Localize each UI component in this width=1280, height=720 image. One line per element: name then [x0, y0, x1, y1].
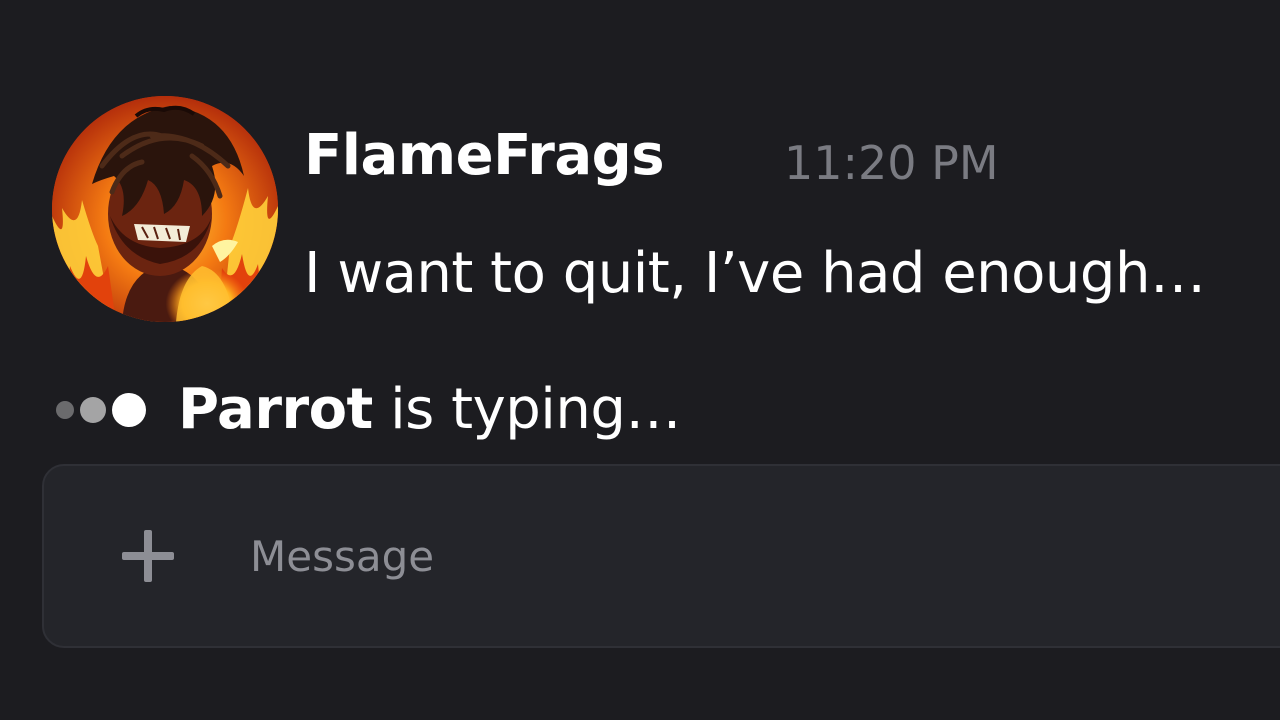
message-text: I want to quit, I’ve had enough…: [304, 241, 1206, 306]
chat-message: FlameFrags 11:20 PM I want to quit, I’ve…: [52, 96, 1280, 326]
message-composer: [42, 464, 1280, 648]
add-attachment-button[interactable]: [116, 524, 180, 588]
typing-dot: [56, 401, 74, 419]
typing-text: Parrot is typing…: [178, 378, 681, 442]
typing-dot: [80, 397, 106, 423]
message-username[interactable]: FlameFrags: [304, 128, 665, 184]
chat-view: FlameFrags 11:20 PM I want to quit, I’ve…: [0, 0, 1280, 720]
typing-dots-icon: [54, 392, 150, 428]
typing-dot: [112, 393, 146, 427]
flaming-character-avatar-icon: [52, 96, 278, 322]
typing-suffix: is typing…: [372, 377, 681, 442]
plus-icon: [122, 530, 174, 582]
message-timestamp: 11:20 PM: [784, 136, 999, 190]
message-input[interactable]: [250, 518, 1250, 594]
typing-username: Parrot: [178, 377, 373, 442]
avatar[interactable]: [52, 96, 278, 322]
